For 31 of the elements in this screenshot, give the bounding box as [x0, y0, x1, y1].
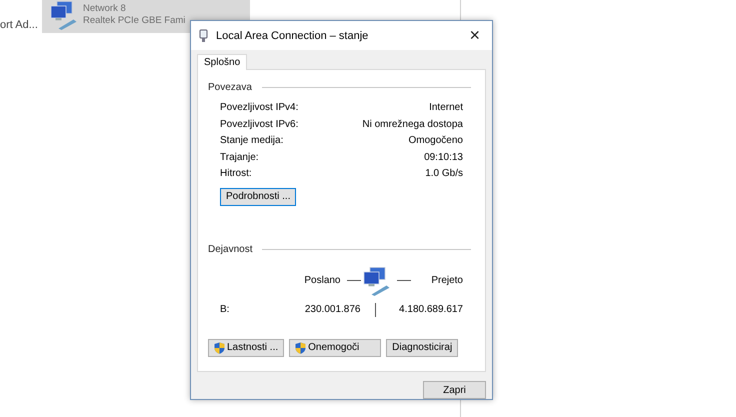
shield-icon — [214, 342, 225, 354]
field-label: Povezljivost IPv4: — [220, 102, 298, 114]
action-button[interactable]: Onemogoči — [289, 338, 382, 357]
received-bytes: 4.180.689.617 — [399, 304, 463, 316]
received-label: Prejeto — [431, 275, 463, 286]
sent-label: Poslano — [304, 275, 340, 286]
action-button[interactable]: Diagnosticiraj — [386, 338, 458, 357]
field-value: 09:10:13 — [424, 152, 463, 163]
field-label: Povezljivost IPv6: — [220, 118, 298, 130]
field-value: Ni omrežnega dostopa — [362, 118, 463, 130]
sent-bytes: 230.001.876 — [304, 304, 360, 316]
details-button[interactable]: Podrobnosti ... — [220, 188, 296, 206]
close-dialog-button[interactable]: Zapri — [423, 381, 486, 399]
field-label: Stanje medija: — [220, 135, 284, 146]
address-label: ort Ad... — [0, 19, 39, 31]
field-value: 1.0 Gb/s — [425, 168, 463, 180]
adapter-name: Realtek PCIe GBE Fami — [83, 15, 186, 26]
field-value: Omogočeno — [408, 135, 463, 146]
close-button[interactable]: × — [465, 25, 484, 46]
field-label: Hitrost: — [220, 168, 252, 180]
action-button[interactable]: Lastnosti ... — [208, 338, 284, 357]
group-heading: Povezava — [208, 82, 252, 94]
network-computers-icon — [48, 0, 78, 30]
tab[interactable]: Splošno — [197, 54, 248, 70]
shield-icon — [295, 342, 306, 354]
network-name: Network 8 — [83, 3, 127, 14]
field-value: Internet — [429, 102, 463, 114]
field-label: Trajanje: — [220, 152, 259, 163]
ethernet-plug-icon — [199, 28, 208, 43]
group-heading: Dejavnost — [208, 244, 252, 255]
bytes-label: B: — [220, 304, 230, 316]
